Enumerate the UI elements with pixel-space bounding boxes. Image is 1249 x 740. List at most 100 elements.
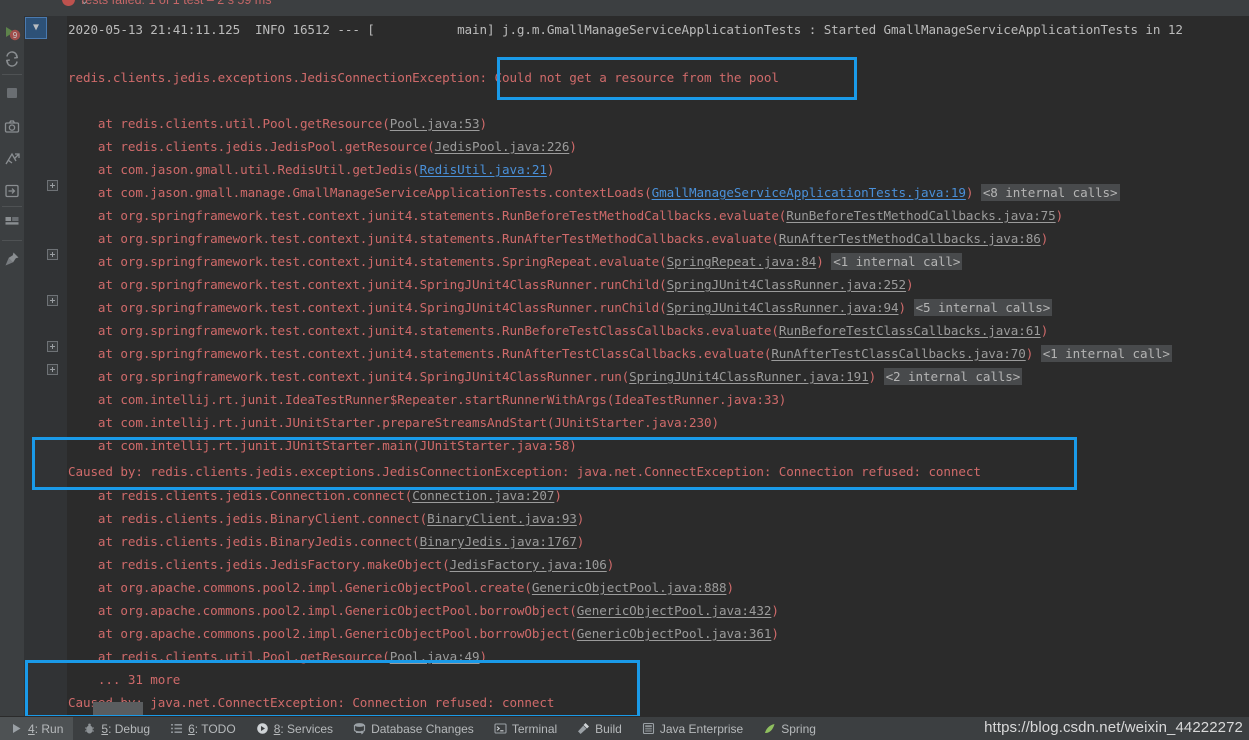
console-line-frame: at redis.clients.util.Pool.getResource(P… bbox=[68, 116, 487, 131]
tab-run[interactable]: 4: Run bbox=[0, 716, 74, 740]
source-link[interactable]: Pool.java:49 bbox=[390, 649, 480, 664]
source-link[interactable]: GenericObjectPool.java:361 bbox=[577, 626, 772, 641]
line-text: ) bbox=[726, 580, 734, 595]
camera-snapshot-icon[interactable] bbox=[3, 118, 21, 136]
source-link[interactable]: Connection.java:207 bbox=[412, 488, 554, 503]
console-line-frame: at redis.clients.util.Pool.getResource(P… bbox=[68, 649, 487, 664]
open-in-editor-icon[interactable] bbox=[3, 182, 21, 200]
console-gutter bbox=[24, 16, 68, 716]
tab-mnemonic: 8 bbox=[273, 721, 281, 736]
java-enterprise-icon bbox=[642, 722, 655, 735]
internal-calls-badge[interactable]: <5 internal calls> bbox=[913, 299, 1053, 316]
line-text: at org.apache.commons.pool2.impl.Generic… bbox=[68, 580, 532, 595]
source-link[interactable]: SpringJUnit4ClassRunner.java:94 bbox=[667, 300, 899, 315]
source-link[interactable]: BinaryJedis.java:1767 bbox=[420, 534, 577, 549]
tab-terminal-label: Terminal bbox=[511, 721, 558, 736]
source-link[interactable]: RunBeforeTestClassCallbacks.java:61 bbox=[779, 323, 1041, 338]
console-line-frame: at com.intellij.rt.junit.JUnitStarter.pr… bbox=[68, 415, 719, 430]
line-text: at org.springframework.test.context.juni… bbox=[68, 208, 787, 223]
console-line-frame: at org.springframework.test.context.juni… bbox=[68, 253, 963, 270]
layout-settings-icon[interactable] bbox=[3, 212, 21, 230]
source-link[interactable]: RunBeforeTestMethodCallbacks.java:75 bbox=[786, 208, 1055, 223]
console-line-frame: at redis.clients.jedis.JedisFactory.make… bbox=[68, 557, 614, 572]
source-link[interactable]: SpringJUnit4ClassRunner.java:191 bbox=[629, 369, 869, 384]
expand-frame-icon[interactable] bbox=[47, 295, 58, 306]
tab-spring-label: Spring bbox=[781, 721, 816, 736]
source-link[interactable]: RunAfterTestMethodCallbacks.java:86 bbox=[779, 231, 1041, 246]
run-toolbar: 9 bbox=[0, 0, 24, 716]
line-text: at org.apache.commons.pool2.impl.Generic… bbox=[68, 626, 577, 641]
line-text: at com.jason.gmall.util.RedisUtil.getJed… bbox=[68, 162, 420, 177]
text-selection-highlight bbox=[93, 702, 143, 715]
source-link[interactable]: SpringJUnit4ClassRunner.java:252 bbox=[667, 277, 907, 292]
line-text: ) bbox=[576, 534, 585, 549]
source-link[interactable]: GmallManageServiceApplicationTests.java:… bbox=[652, 185, 966, 200]
line-text: at redis.clients.util.Pool.getResource( bbox=[68, 649, 390, 664]
console-line-frame: at com.jason.gmall.util.RedisUtil.getJed… bbox=[68, 162, 555, 177]
expand-frame-icon[interactable] bbox=[47, 249, 58, 260]
line-text: ) bbox=[479, 116, 488, 131]
tab-debug[interactable]: 5: Debug bbox=[73, 717, 160, 740]
source-link[interactable]: BinaryClient.java:93 bbox=[427, 511, 577, 526]
line-text: at org.springframework.test.context.juni… bbox=[68, 346, 772, 361]
stop-icon[interactable] bbox=[3, 84, 21, 102]
source-link[interactable]: Pool.java:53 bbox=[390, 116, 480, 131]
internal-calls-badge[interactable]: <8 internal calls> bbox=[980, 184, 1120, 201]
expand-frame-icon[interactable] bbox=[47, 341, 58, 352]
source-link[interactable]: RedisUtil.java:21 bbox=[420, 162, 547, 177]
tab-services[interactable]: 8: Services bbox=[246, 717, 343, 740]
line-text: ) bbox=[554, 488, 562, 503]
tab-terminal[interactable]: Terminal bbox=[484, 717, 567, 740]
line-text: ) bbox=[1040, 323, 1049, 338]
tab-mnemonic: 4 bbox=[28, 721, 35, 736]
line-text: at redis.clients.jedis.JedisPool.getReso… bbox=[68, 139, 435, 154]
collapse-all-triangle: ▼ bbox=[32, 22, 40, 33]
tab-todo[interactable]: 6: TODO bbox=[160, 717, 246, 740]
internal-calls-badge[interactable]: <2 internal calls> bbox=[883, 368, 1023, 385]
console-line-frame: at com.intellij.rt.junit.IdeaTestRunner$… bbox=[68, 392, 786, 407]
console-line-frame: at redis.clients.jedis.BinaryJedis.conne… bbox=[68, 534, 584, 549]
internal-calls-badge[interactable]: <1 internal call> bbox=[1040, 345, 1172, 362]
line-text: redis.clients.jedis.exceptions.JedisConn… bbox=[68, 70, 779, 85]
run-triangle-icon bbox=[10, 722, 23, 735]
svg-text:9: 9 bbox=[13, 31, 18, 40]
expand-frame-icon[interactable] bbox=[47, 364, 58, 375]
source-link[interactable]: SpringRepeat.java:84 bbox=[667, 254, 817, 269]
line-text: at com.intellij.rt.junit.IdeaTestRunner$… bbox=[68, 392, 787, 407]
tab-build[interactable]: Build bbox=[567, 717, 632, 740]
console-line-error: redis.clients.jedis.exceptions.JedisConn… bbox=[68, 70, 779, 85]
console-line-frame: at org.springframework.test.context.juni… bbox=[68, 277, 914, 292]
line-text: at org.apache.commons.pool2.impl.Generic… bbox=[68, 603, 577, 618]
source-link[interactable]: JedisPool.java:226 bbox=[435, 139, 570, 154]
rerun-failed-tests-icon[interactable]: 9 bbox=[3, 24, 21, 42]
internal-calls-badge[interactable]: <1 internal call> bbox=[831, 253, 963, 270]
collapse-all-button[interactable]: ▼ bbox=[25, 17, 47, 39]
tab-database-changes[interactable]: Database Changes bbox=[343, 717, 484, 740]
test-failed-icon bbox=[62, 0, 75, 6]
line-text: at redis.clients.jedis.BinaryClient.conn… bbox=[68, 511, 428, 526]
rerun-automatically-icon[interactable] bbox=[3, 50, 21, 68]
console-line-frame: at org.springframework.test.context.juni… bbox=[68, 231, 1048, 246]
source-link[interactable]: JedisFactory.java:106 bbox=[450, 557, 607, 572]
test-status-strip: ⌃ ⌄ Tests failed: 1 of 1 test – 2 s 59 m… bbox=[0, 0, 1249, 16]
source-link[interactable]: RunAfterTestClassCallbacks.java:70 bbox=[771, 346, 1026, 361]
line-text: at redis.clients.jedis.Connection.connec… bbox=[68, 488, 413, 503]
source-link[interactable]: GenericObjectPool.java:888 bbox=[532, 580, 727, 595]
console-line-frame: at org.springframework.test.context.juni… bbox=[68, 345, 1172, 362]
expand-frame-icon[interactable] bbox=[47, 180, 58, 191]
import-tests-icon[interactable] bbox=[3, 150, 21, 168]
spring-leaf-icon bbox=[763, 722, 776, 735]
line-text: ) bbox=[816, 254, 832, 269]
tab-java-enterprise[interactable]: Java Enterprise bbox=[632, 717, 753, 740]
tab-spring[interactable]: Spring bbox=[753, 717, 826, 740]
services-play-icon bbox=[256, 722, 269, 735]
test-status-row: Tests failed: 1 of 1 test – 2 s 59 ms bbox=[62, 0, 271, 7]
pin-tab-icon[interactable] bbox=[3, 250, 21, 268]
line-text: 2020-05-13 21:41:11.125 INFO 16512 --- [… bbox=[68, 22, 1183, 37]
line-text: at redis.clients.jedis.BinaryJedis.conne… bbox=[68, 534, 420, 549]
build-hammer-icon bbox=[577, 722, 590, 735]
line-text: at com.intellij.rt.junit.JUnitStarter.ma… bbox=[68, 438, 577, 453]
console-output[interactable]: 2020-05-13 21:41:11.125 INFO 16512 --- [… bbox=[68, 16, 1249, 716]
source-link[interactable]: GenericObjectPool.java:432 bbox=[577, 603, 772, 618]
line-text: ) bbox=[771, 603, 779, 618]
